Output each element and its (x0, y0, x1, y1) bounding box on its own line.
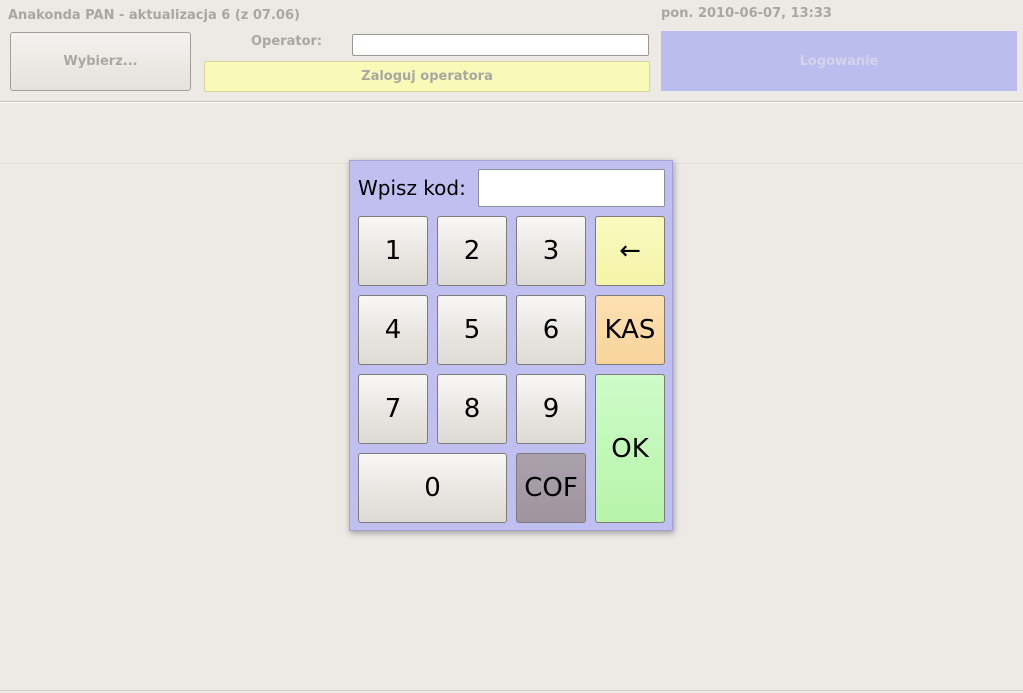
code-entry-dialog: Wpisz kod: 1 2 3 ← 4 5 6 KAS 7 8 9 OK 0 … (349, 160, 673, 531)
bottom-divider (0, 690, 1023, 691)
key-6[interactable]: 6 (516, 295, 586, 365)
key-3[interactable]: 3 (516, 216, 586, 286)
code-input[interactable] (478, 169, 665, 207)
datetime-display: pon. 2010-06-07, 13:33 (661, 6, 832, 21)
login-button[interactable]: Logowanie (661, 31, 1017, 91)
login-operator-button[interactable]: Zaloguj operatora (204, 61, 650, 92)
left-arrow-icon: ← (619, 236, 641, 266)
app-title: Anakonda PAN - aktualizacja 6 (z 07.06) (8, 8, 300, 23)
header-divider (0, 101, 1023, 103)
key-8[interactable]: 8 (437, 374, 507, 444)
key-7[interactable]: 7 (358, 374, 428, 444)
code-prompt-label: Wpisz kod: (358, 176, 466, 200)
key-0[interactable]: 0 (358, 453, 507, 523)
ok-key[interactable]: OK (595, 374, 665, 523)
backspace-key[interactable]: ← (595, 216, 665, 286)
key-4[interactable]: 4 (358, 295, 428, 365)
kas-key[interactable]: KAS (595, 295, 665, 365)
key-1[interactable]: 1 (358, 216, 428, 286)
key-5[interactable]: 5 (437, 295, 507, 365)
select-button[interactable]: Wybierz... (10, 32, 191, 91)
operator-label: Operator: (251, 34, 323, 49)
key-2[interactable]: 2 (437, 216, 507, 286)
operator-input[interactable] (352, 34, 649, 56)
key-9[interactable]: 9 (516, 374, 586, 444)
cof-key[interactable]: COF (516, 453, 586, 523)
